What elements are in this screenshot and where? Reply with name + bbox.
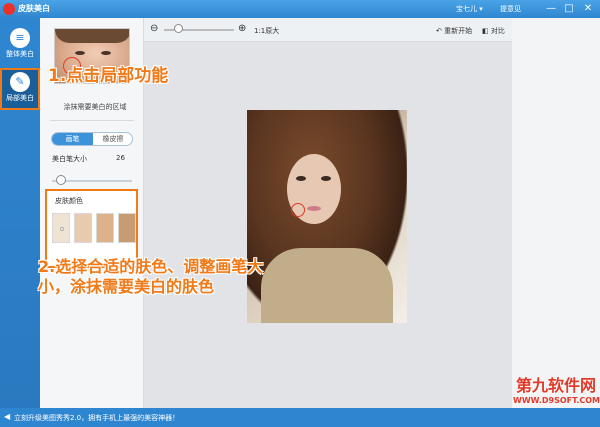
brush-size-label: 美白笔大小 [52,155,87,163]
close-button[interactable]: ✕ [581,2,595,16]
site-watermark: 第九软件网 WWW.D9SOFT.COM [513,372,600,405]
edited-photo[interactable] [247,110,407,323]
speaker-icon: ◀ [4,412,11,421]
compare-label: 对比 [490,27,505,35]
brush-size-value: 26 [116,154,125,162]
brush-cursor-circle [291,203,305,217]
skin-swatch-1[interactable] [52,213,70,243]
maximize-button[interactable]: □ [562,2,576,16]
skin-swatch-2[interactable] [74,213,92,243]
step2-annotation: 2.选择合适的肤色、调整画笔大小，涂抹需要美白的肤色 [38,257,264,296]
canvas-toolbar: ⊖ ⊕ 1:1原大 ↶ 重新开始 ◧ 对比 [144,18,512,42]
divider [50,120,134,121]
brush-mode-button[interactable]: 画笔 [52,133,93,145]
actual-size-button[interactable]: 1:1原大 [254,26,279,36]
list-icon: ≡ [10,28,30,48]
skin-color-label: 皮肤颜色 [55,197,83,205]
watermark-main: 第九软件网 [515,376,596,395]
minimize-button[interactable]: — [544,2,558,16]
brush-icon: ✎ [10,72,30,92]
mode-sidebar: ≡ 整体美白 ✎ 局部美白 [0,18,40,408]
restart-button[interactable]: ↶ 重新开始 [436,26,472,36]
zoom-in-icon[interactable]: ⊕ [238,23,246,34]
sidebar-item-whole-whitening[interactable]: ≡ 整体美白 [0,26,40,68]
editing-canvas[interactable]: ✓ 应用 ✕ 取消 [144,42,512,427]
sidebar-item-local-whitening[interactable]: ✎ 局部美白 [0,68,40,110]
zoom-slider-handle[interactable] [174,24,183,33]
eraser-mode-button[interactable]: 橡皮擦 [93,133,132,145]
brush-size-slider-handle[interactable] [56,175,66,185]
brush-hint: 涂抹需要美白的区域 [63,103,127,111]
status-bar: ◀ 立刻升级美图秀秀2.0，拥有手机上最强的美容神器！ [0,408,600,427]
skin-swatch-3[interactable] [96,213,114,243]
zoom-out-icon[interactable]: ⊖ [150,23,158,34]
app-title: 皮肤美白 [18,4,50,13]
selected-dot-icon [60,227,64,231]
sidebar-item-label: 局部美白 [6,94,34,102]
restart-label: 重新开始 [444,27,473,35]
mode-switch: 画笔 橡皮擦 [51,132,133,146]
watermark-url: WWW.D9SOFT.COM [513,396,600,405]
compare-button[interactable]: ◧ 对比 [482,26,505,36]
app-logo-icon [3,3,15,15]
compare-icon: ◧ [482,27,489,35]
step1-annotation: 1.点击局部功能 [48,66,169,86]
sidebar-item-label: 整体美白 [6,50,34,58]
undo-icon: ↶ [436,27,442,35]
skin-swatch-4[interactable] [118,213,136,243]
upgrade-link[interactable]: 立刻升级美图秀秀2.0，拥有手机上最强的美容神器！ [14,413,179,423]
feedback-link[interactable]: 提意见 [500,4,521,14]
title-bar: 皮肤美白 宝七儿 ▾ 提意见 — □ ✕ [0,0,600,18]
user-menu[interactable]: 宝七儿 ▾ [456,4,483,14]
